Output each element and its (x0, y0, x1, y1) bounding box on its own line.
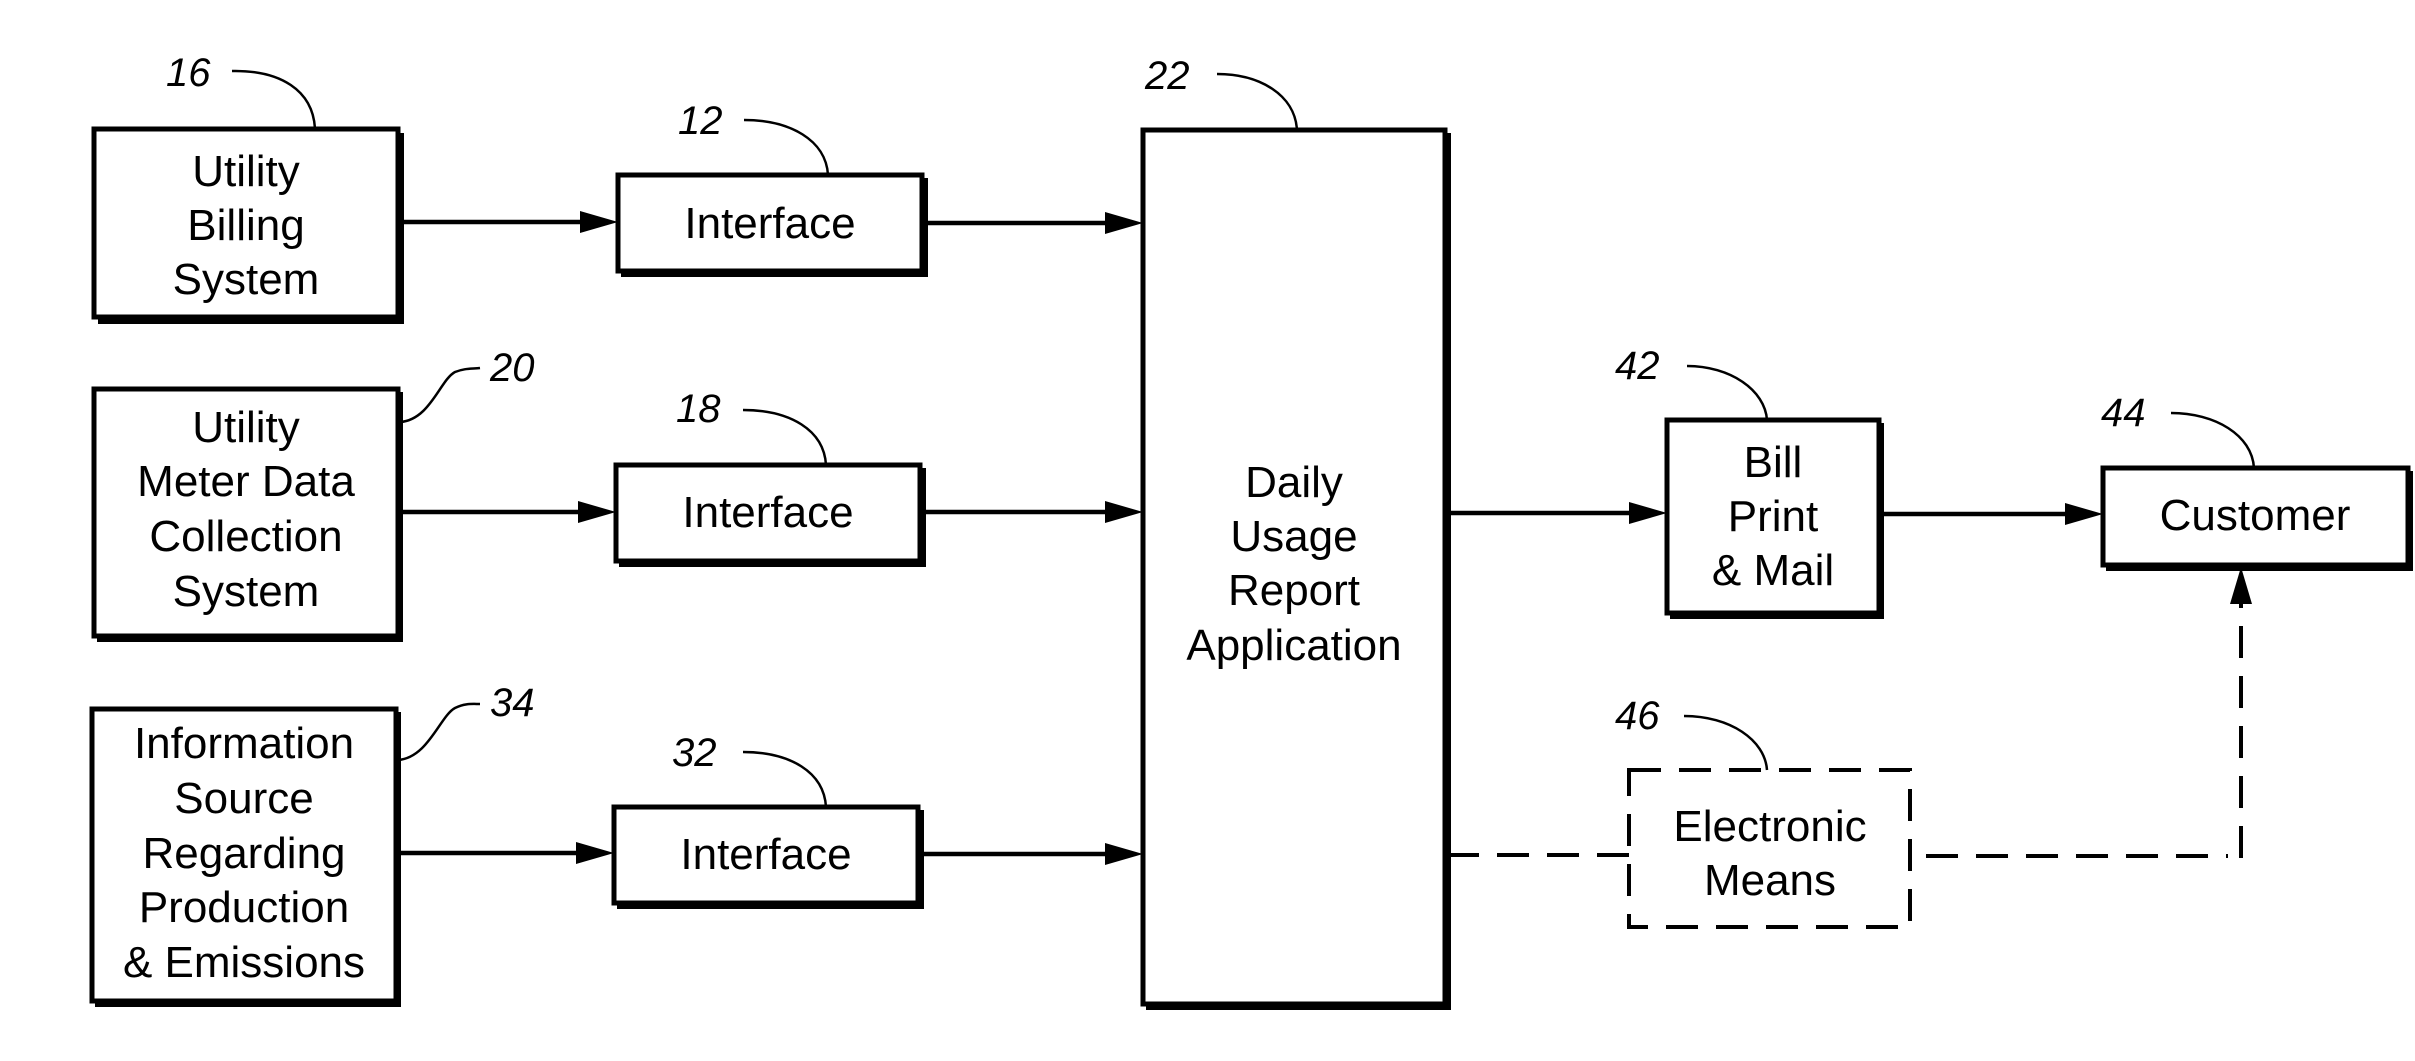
block-text-line: System (173, 255, 320, 304)
block-bill-print-mail: Bill Print & Mail (1664, 417, 1884, 619)
leader-line-34 (397, 702, 481, 762)
leader-line-16 (231, 69, 317, 130)
block-text-line: & Emissions (123, 938, 365, 987)
connector-42-to-44 (1881, 503, 2103, 525)
block-text-line: Collection (149, 512, 342, 561)
leader-line-46 (1683, 714, 1769, 771)
connector-34-to-32 (398, 842, 614, 864)
connector-20-to-18 (400, 501, 616, 523)
block-text-line: & Mail (1712, 546, 1834, 595)
block-text-line: Customer (2160, 491, 2351, 540)
block-text-line: Production (139, 883, 349, 932)
leader-line-20 (399, 366, 481, 424)
ref-label-42: 42 (1615, 344, 1660, 388)
ref-label-34: 34 (490, 681, 535, 725)
connector-12-to-22 (924, 212, 1143, 234)
block-text-line: Print (1728, 492, 1818, 541)
block-utility-billing-system: Utility Billing System (91, 126, 404, 324)
block-interface-18: Interface (613, 462, 926, 567)
connector-22-to-42 (1447, 502, 1667, 524)
arrowhead-icon (580, 211, 618, 233)
connector-16-to-12 (400, 211, 618, 233)
ref-label-12: 12 (678, 99, 723, 143)
ref-label-18: 18 (676, 387, 721, 431)
ref-label-20: 20 (489, 346, 535, 390)
block-text-line: Meter Data (137, 457, 355, 506)
arrowhead-icon (1629, 502, 1667, 524)
arrowhead-icon (2230, 567, 2252, 604)
connector-32-to-22 (920, 843, 1143, 865)
block-text-line: Bill (1744, 438, 1803, 487)
block-interface-32: Interface (611, 804, 924, 909)
leader-line-32 (742, 750, 828, 808)
block-text-line: Application (1186, 621, 1401, 670)
block-text-line: Interface (680, 830, 851, 879)
ref-label-46: 46 (1615, 694, 1660, 738)
block-utility-meter-data-collection-system: Utility Meter Data Collection System (91, 386, 403, 642)
leader-line-42 (1686, 364, 1769, 421)
connector-18-to-22 (922, 501, 1143, 523)
block-text-line: Utility (192, 147, 300, 196)
arrowhead-icon (576, 842, 614, 864)
block-text-line: Source (174, 774, 313, 823)
arrowhead-icon (1105, 501, 1143, 523)
block-text-line: Usage (1230, 512, 1357, 561)
arrowhead-icon (1105, 843, 1143, 865)
arrowhead-icon (578, 501, 616, 523)
block-text-line: Regarding (142, 829, 345, 878)
block-text-line: Interface (684, 199, 855, 248)
block-daily-usage-report-application: Daily Usage Report Application (1140, 127, 1451, 1010)
block-text-line: Electronic (1673, 802, 1866, 851)
ref-label-44: 44 (2101, 391, 2146, 435)
block-diagram: Utility Billing System 16 Interface 12 U… (89, 51, 2413, 1010)
block-electronic-means: Electronic Means (1627, 768, 1912, 929)
block-information-source: Information Source Regarding Production … (89, 706, 401, 1007)
ref-label-16: 16 (166, 51, 211, 95)
block-text-line: Billing (187, 201, 304, 250)
block-text-line: Information (134, 719, 354, 768)
block-text-line: System (173, 567, 320, 616)
ref-label-22: 22 (1144, 54, 1190, 98)
block-text-line: Means (1704, 856, 1836, 905)
block-interface-12: Interface (615, 172, 928, 277)
arrowhead-icon (2065, 503, 2103, 525)
leader-line-18 (742, 408, 828, 466)
ref-label-32: 32 (672, 731, 717, 775)
leader-line-22 (1216, 72, 1299, 131)
connector-46-to-44-dashed (1910, 567, 2252, 858)
leader-line-44 (2170, 411, 2256, 469)
block-text-line: Daily (1245, 458, 1343, 507)
block-text-line: Utility (192, 403, 300, 452)
block-text-line: Interface (682, 488, 853, 537)
arrowhead-icon (1105, 212, 1143, 234)
block-customer: Customer (2100, 465, 2413, 571)
block-text-line: Report (1228, 566, 1360, 615)
leader-line-12 (743, 118, 830, 176)
